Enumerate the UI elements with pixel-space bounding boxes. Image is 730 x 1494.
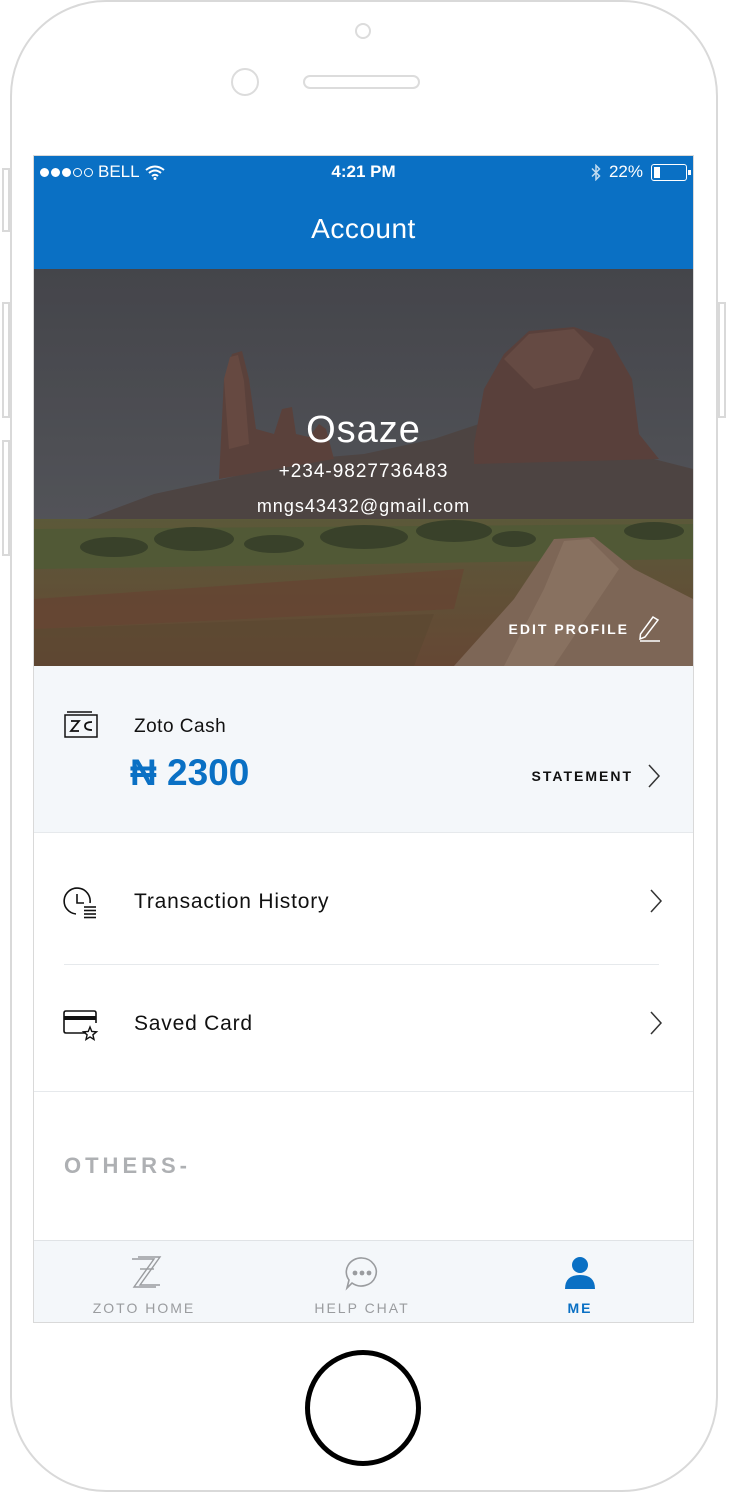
proximity-sensor (355, 23, 371, 39)
bluetooth-icon (591, 163, 601, 181)
profile-email: mngs43432@gmail.com (256, 496, 471, 516)
battery-icon (651, 163, 691, 181)
chevron-right-icon (650, 1011, 663, 1035)
tab-label: HELP CHAT (314, 1300, 410, 1316)
zoto-cash-label: Zoto Cash (134, 716, 227, 737)
volume-up-button (2, 302, 10, 418)
volume-down-button (2, 440, 10, 556)
page-title: Account (311, 213, 416, 244)
tab-zoto-home[interactable]: ZOTO HOME (34, 1241, 254, 1322)
person-icon (565, 1257, 595, 1289)
front-camera (231, 68, 259, 96)
menu-item-label: Saved Card (134, 1012, 253, 1035)
zoto-cash-balance: ₦ 2300 (130, 752, 250, 793)
profile-name: Osaze (306, 409, 421, 451)
card-star-icon (63, 1010, 99, 1042)
statement-label: STATEMENT (531, 768, 633, 784)
earpiece-speaker (303, 75, 420, 89)
battery-percent: 22% (608, 162, 643, 181)
edit-profile-button[interactable]: EDIT PROFILE (509, 615, 661, 643)
menu-item-saved-card[interactable]: Saved Card (34, 965, 693, 1085)
top-bar: BELL 4:21 PM 22% Account (34, 156, 693, 269)
chat-bubble-icon (345, 1257, 378, 1291)
status-bar: BELL 4:21 PM 22% (34, 156, 693, 190)
zoto-cash-panel: Zoto Cash ₦ 2300 STATEMENT (34, 666, 693, 833)
chevron-right-icon (648, 764, 661, 788)
home-button[interactable] (305, 1350, 421, 1466)
wallet-icon (64, 711, 98, 738)
divider (34, 1091, 693, 1092)
pencil-icon (639, 616, 660, 642)
power-button (718, 302, 726, 418)
tab-label: ME (567, 1300, 593, 1316)
profile-phone: +234-9827736483 (278, 461, 449, 482)
menu-item-transaction-history[interactable]: Transaction History (34, 843, 693, 963)
statement-button[interactable]: STATEMENT (532, 763, 661, 789)
edit-profile-label: EDIT PROFILE (508, 621, 629, 637)
zoto-logo-icon (132, 1256, 162, 1288)
mute-switch (2, 168, 10, 232)
profile-header: Osaze +234-9827736483 mngs43432@gmail.co… (34, 269, 693, 666)
chevron-right-icon (650, 889, 663, 913)
tab-label: ZOTO HOME (92, 1300, 196, 1316)
clock-list-icon (63, 887, 96, 919)
others-section-heading: OTHERS- (64, 1153, 191, 1178)
tab-help-chat[interactable]: HELP CHAT (252, 1241, 472, 1322)
menu-item-label: Transaction History (134, 890, 330, 913)
tab-bar: ZOTO HOME HELP CHAT ME (34, 1240, 693, 1322)
tab-me[interactable]: ME (470, 1241, 690, 1322)
app-screen: BELL 4:21 PM 22% Account Osaze +234-9827… (33, 155, 694, 1323)
